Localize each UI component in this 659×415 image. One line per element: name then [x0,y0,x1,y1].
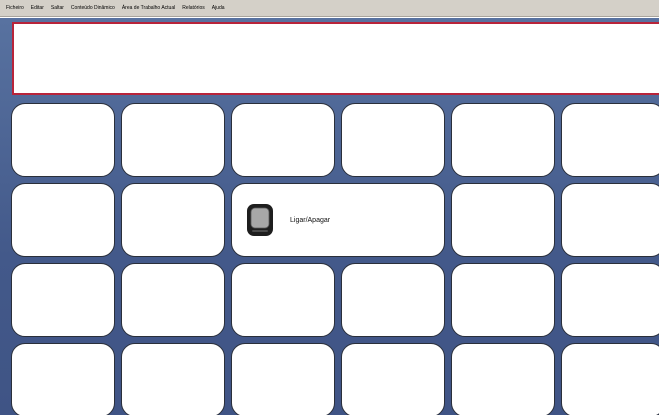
grid-cell-r2-c2[interactable] [121,183,225,257]
grid-cell-r3-c6[interactable] [561,263,659,337]
grid-cell-r1-c2[interactable] [121,103,225,177]
menu-ajuda[interactable]: Ajuda [210,0,227,17]
grid-cell-r3-c5[interactable] [451,263,555,337]
menu-editar[interactable]: Editar [29,0,46,17]
menu-ficheiro[interactable]: Ficheiro [4,0,26,17]
grid-cell-r2-c6[interactable] [561,183,659,257]
power-toggle-label: Ligar/Apagar [290,216,331,224]
message-window[interactable] [12,22,659,95]
grid-cell-r3-c1[interactable] [11,263,115,337]
grid-cell-r3-c2[interactable] [121,263,225,337]
power-toggle-cell[interactable]: Ligar/Apagar [231,183,445,257]
grid-cell-r4-c1[interactable] [11,343,115,415]
grid-cell-r1-c1[interactable] [11,103,115,177]
grid-cell-r1-c6[interactable] [561,103,659,177]
communication-board: Ligar/Apagar [0,18,659,415]
grid-cell-r2-c5[interactable] [451,183,555,257]
grid-cell-r3-c4[interactable] [341,263,445,337]
power-toggle-content: Ligar/Apagar [246,203,330,237]
grid-cell-r2-c1[interactable] [11,183,115,257]
grid-cell-r1-c3[interactable] [231,103,335,177]
grid-cell-r4-c3[interactable] [231,343,335,415]
grid-cell-r4-c6[interactable] [561,343,659,415]
menu-conteudo-dinamico[interactable]: Conteúdo Dinâmico [69,0,117,17]
grid-cell-r4-c2[interactable] [121,343,225,415]
grid-cell-r1-c4[interactable] [341,103,445,177]
grid-cell-r4-c4[interactable] [341,343,445,415]
menu-saltar[interactable]: Saltar [49,0,66,17]
menu-relatorios[interactable]: Relatórios [180,0,207,17]
grid-cell-r3-c3[interactable] [231,263,335,337]
menu-bar: Ficheiro Editar Saltar Conteúdo Dinâmico… [0,0,659,17]
grid-cell-r1-c5[interactable] [451,103,555,177]
menu-area-trabalho-actual[interactable]: Área de Trabalho Actual [120,0,177,17]
tv-remote-icon [247,204,273,236]
grid-cell-r4-c5[interactable] [451,343,555,415]
